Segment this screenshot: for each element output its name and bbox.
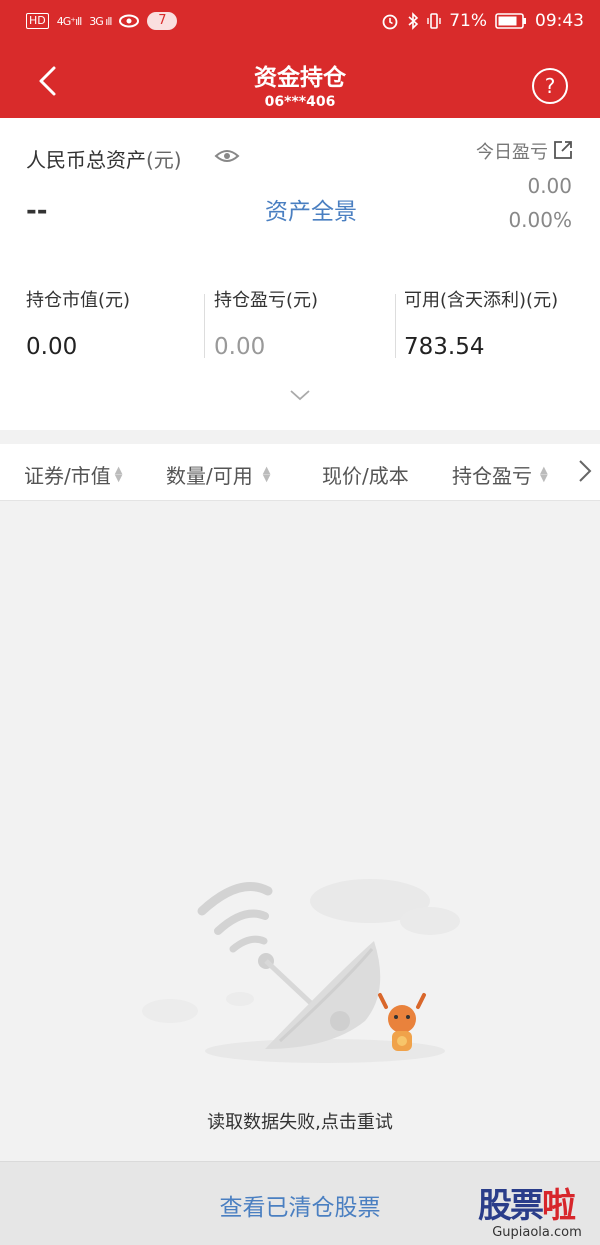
holdings-empty-state[interactable]: 读取数据失败,点击重试	[0, 501, 600, 1161]
sort-arrows-icon[interactable]: ▲ ▼	[263, 465, 273, 483]
load-failed-retry-text[interactable]: 读取数据失败,点击重试	[0, 1108, 600, 1134]
today-pnl-percent: 0.00%	[508, 208, 572, 232]
total-assets-value: --	[26, 196, 48, 226]
column-label: 持仓盈亏	[452, 464, 532, 488]
eye-status-icon	[119, 14, 140, 28]
divider	[395, 294, 396, 358]
divider	[204, 294, 205, 358]
total-assets-unit: (元)	[146, 148, 182, 172]
watermark-url: Gupiaola.com	[492, 1225, 582, 1240]
clock-time: 09:43	[535, 11, 584, 31]
account-number: 06***406	[264, 94, 336, 110]
metric-available: 可用(含天添利)(元) 783.54	[404, 286, 558, 360]
today-pnl-label[interactable]: 今日盈亏	[476, 138, 548, 164]
help-question-icon[interactable]: ?	[532, 68, 568, 104]
column-quantity-available[interactable]: 数量/可用 ▲ ▼	[166, 460, 273, 489]
signal-4g-icon: 4G⁺ıll	[56, 14, 82, 28]
watermark-main-a: 股票	[478, 1186, 544, 1226]
external-link-icon[interactable]	[552, 139, 574, 161]
metric-position-pnl: 持仓盈亏(元) 0.00	[214, 286, 318, 360]
column-price-cost: 现价/成本	[322, 460, 409, 489]
today-pnl-value: 0.00	[527, 174, 572, 198]
column-position-pnl[interactable]: 持仓盈亏 ▲ ▼	[452, 460, 550, 489]
battery-icon	[495, 13, 526, 29]
metric-label: 可用(含天添利)(元)	[404, 290, 559, 311]
vibrate-icon	[427, 13, 441, 29]
page-title: 资金持仓	[254, 65, 346, 91]
metric-label: 持仓盈亏(元)	[214, 290, 319, 311]
metric-value: 0.00	[214, 334, 266, 360]
battery-percent: 71%	[449, 11, 487, 31]
status-bar: HD 4G⁺ıll 3G ıll 7 71% 09:43	[0, 0, 600, 44]
metric-market-value: 持仓市值(元) 0.00	[26, 286, 130, 360]
column-label: 数量/可用	[166, 464, 253, 488]
holdings-column-header: 证券/市值 ▲ ▼ 数量/可用 ▲ ▼ 现价/成本 持仓盈亏 ▲ ▼	[0, 444, 600, 501]
sort-arrows-icon[interactable]: ▲ ▼	[115, 465, 125, 483]
asset-panorama-link[interactable]: 资产全景	[265, 192, 357, 226]
watermark-main: 股票啦	[478, 1178, 596, 1227]
total-assets-label-text: 人民币总资产	[26, 148, 146, 172]
notification-count-badge: 7	[147, 12, 178, 30]
asset-summary-card: 人民币总资产(元) -- 资产全景 今日盈亏 0.00 0.00% 持仓市值(元…	[0, 118, 600, 430]
metric-value: 783.54	[404, 334, 485, 360]
metric-value: 0.00	[26, 334, 78, 360]
expand-chevron-down-icon[interactable]	[288, 388, 312, 402]
watermark-main-b: 啦	[542, 1186, 576, 1226]
total-assets-label: 人民币总资产(元)	[26, 144, 182, 173]
bluetooth-icon	[408, 12, 419, 30]
signal-3g-icon: 3G ıll	[89, 14, 112, 28]
network-error-satellite-illustration	[142, 879, 460, 1063]
alarm-icon	[382, 14, 398, 30]
sort-arrows-icon[interactable]: ▲ ▼	[540, 465, 550, 483]
eye-toggle-icon[interactable]	[214, 146, 240, 166]
column-label: 现价/成本	[322, 464, 409, 488]
metric-label: 持仓市值(元)	[26, 290, 131, 311]
column-security-market-value[interactable]: 证券/市值 ▲ ▼	[24, 460, 125, 489]
hd-indicator: HD	[26, 13, 49, 29]
site-watermark-logo: 股票啦 Gupiaola.com	[478, 1178, 596, 1242]
app-header: 资金持仓 06***406 ?	[0, 44, 600, 118]
column-label: 证券/市值	[24, 464, 111, 488]
chevron-right-icon[interactable]	[576, 458, 594, 484]
section-gap	[0, 430, 600, 444]
